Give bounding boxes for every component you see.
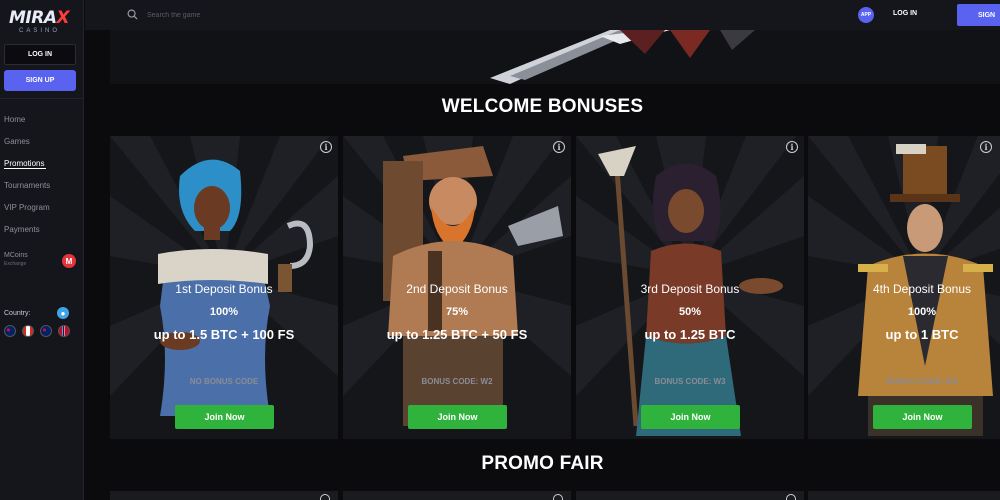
join-now-button[interactable]: Join Now <box>873 405 972 429</box>
sidebar-nav: Home Games Promotions Tournaments VIP Pr… <box>4 108 82 240</box>
promo-card-2[interactable] <box>343 491 571 500</box>
mcoins-label: MCoins <box>4 252 28 259</box>
join-now-button[interactable]: Join Now <box>408 405 507 429</box>
info-icon[interactable]: i <box>980 141 992 153</box>
mcoins-link[interactable]: MCoins Exchange M <box>4 252 80 270</box>
search-input[interactable] <box>147 7 397 23</box>
sidebar: MIRAX CASINO LOG IN SIGN UP Home Games P… <box>0 0 84 500</box>
info-icon[interactable] <box>320 494 330 500</box>
country-label: Country: <box>4 310 31 317</box>
bonus-card-3: i 3rd Deposit Bonus 50% up to 1.25 BTC B… <box>576 136 804 439</box>
globe-icon[interactable]: ● <box>57 307 69 319</box>
bonus-cards: i 1st Deposit Bonus 100% up to 1.5 BTC +… <box>110 136 1000 439</box>
info-icon[interactable]: i <box>320 141 332 153</box>
sidebar-item-games[interactable]: Games <box>4 130 82 152</box>
search-icon[interactable] <box>127 9 138 20</box>
app-download-button[interactable]: APP <box>858 7 874 23</box>
hero-banner <box>110 30 1000 84</box>
bonus-code: BONUS CODE: W4 <box>886 377 958 386</box>
active-nav-indicator <box>4 168 46 169</box>
logo-subtitle: CASINO <box>19 28 61 34</box>
bonus-percent: 100% <box>907 306 937 318</box>
country-flags <box>4 325 70 337</box>
welcome-bonuses-title: WELCOME BONUSES <box>441 96 644 117</box>
bonus-percent: 100% <box>209 306 239 318</box>
bonus-percent: 75% <box>445 306 469 318</box>
sidebar-login-button[interactable]: LOG IN <box>4 44 76 65</box>
bonus-card-4: i 4th Deposit Bonus 100% up to 1 BTC BON… <box>808 136 1000 439</box>
info-icon[interactable] <box>786 494 796 500</box>
flag-canada-icon[interactable] <box>22 325 34 337</box>
bonus-code: NO BONUS CODE <box>189 377 259 386</box>
info-icon[interactable]: i <box>786 141 798 153</box>
bonus-amount: up to 1.5 BTC + 100 FS <box>153 327 295 342</box>
bonus-card-1: i 1st Deposit Bonus 100% up to 1.5 BTC +… <box>110 136 338 439</box>
info-icon[interactable] <box>553 494 563 500</box>
bonus-title: 2nd Deposit Bonus <box>406 282 508 296</box>
bonus-amount: up to 1.25 BTC + 50 FS <box>386 327 528 342</box>
flag-new-zealand-icon[interactable] <box>40 325 52 337</box>
bonus-code: BONUS CODE: W2 <box>421 377 493 386</box>
top-bar: APP LOG IN SIGN <box>85 0 1000 30</box>
mcoins-sublabel: Exchange <box>4 261 27 267</box>
sidebar-item-tournaments[interactable]: Tournaments <box>4 174 82 196</box>
casino-logo[interactable]: MIRAX CASINO <box>9 8 75 38</box>
hero-weapon-image <box>490 30 755 84</box>
info-icon[interactable]: i <box>553 141 565 153</box>
promo-cards <box>110 491 1000 500</box>
bonus-amount: up to 1.25 BTC <box>644 327 736 342</box>
join-now-button[interactable]: Join Now <box>175 405 274 429</box>
top-login-button[interactable]: LOG IN <box>893 10 917 17</box>
bonus-title: 1st Deposit Bonus <box>175 282 273 296</box>
bonus-percent: 50% <box>678 306 702 318</box>
promo-card-3[interactable] <box>576 491 804 500</box>
logo-wordmark: MIRAX <box>9 8 70 28</box>
sidebar-signup-button[interactable]: SIGN UP <box>4 70 76 91</box>
sidebar-item-vip-program[interactable]: VIP Program <box>4 196 82 218</box>
flag-norway-icon[interactable] <box>58 325 70 337</box>
promo-card-1[interactable] <box>110 491 338 500</box>
bonus-title: 4th Deposit Bonus <box>872 282 972 296</box>
bonus-card-2: i 2nd Deposit Bonus 75% up to 1.25 BTC +… <box>343 136 571 439</box>
bonus-amount: up to 1 BTC <box>885 327 959 342</box>
mcoins-icon: M <box>62 254 76 268</box>
bonus-title: 3rd Deposit Bonus <box>640 282 740 296</box>
promo-card-4[interactable] <box>808 491 1000 500</box>
flag-australia-icon[interactable] <box>4 325 16 337</box>
promo-fair-title: PROMO FAIR <box>481 453 604 474</box>
sidebar-divider <box>0 98 84 99</box>
bonus-code: BONUS CODE: W3 <box>654 377 726 386</box>
sidebar-item-promotions[interactable]: Promotions <box>4 152 82 174</box>
join-now-button[interactable]: Join Now <box>641 405 740 429</box>
sidebar-item-payments[interactable]: Payments <box>4 218 82 240</box>
sidebar-item-home[interactable]: Home <box>4 108 82 130</box>
top-signup-button[interactable]: SIGN <box>957 4 1000 26</box>
